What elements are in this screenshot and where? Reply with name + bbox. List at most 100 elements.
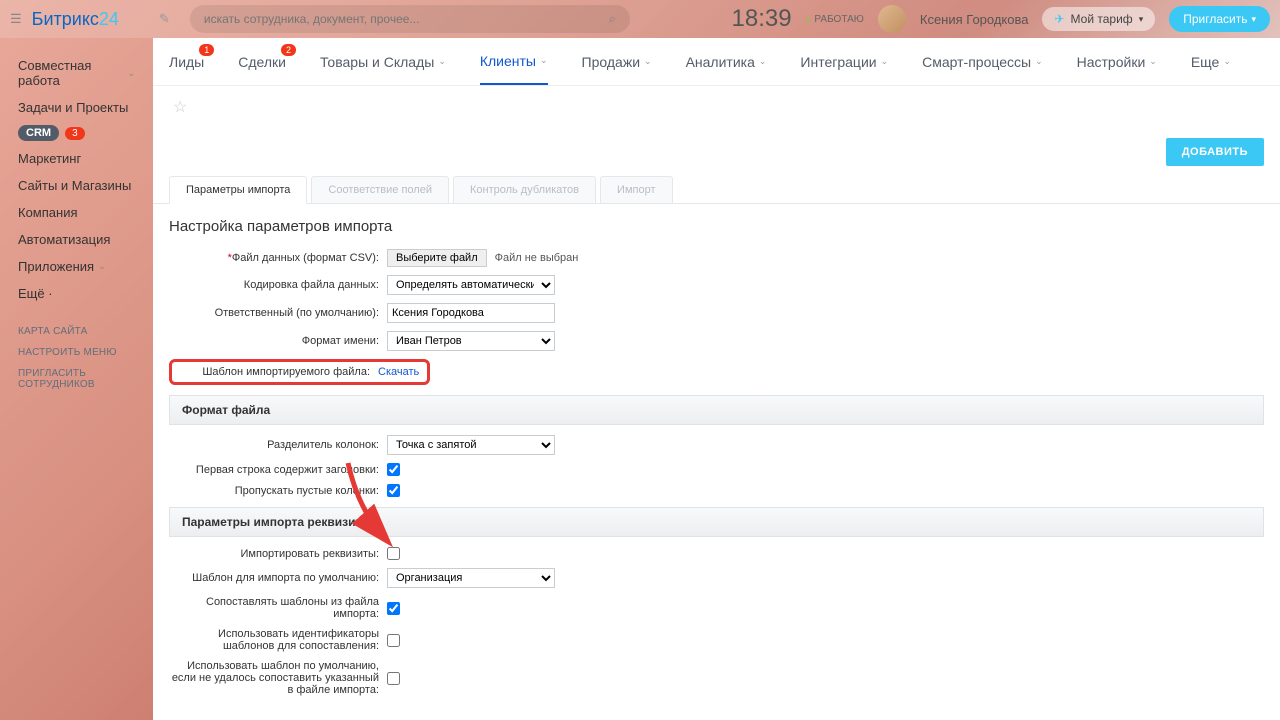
tariff-label: Мой тариф [1071,12,1133,26]
import-req-label: Импортировать реквизиты: [169,548,387,560]
main: Лиды1 Сделки2 Товары и Склады⌄ Клиенты⌄ … [153,38,1280,720]
topbar: ☰ Битрикс24 ✎ ⌕ 18:39 РАБОТАЮ Ксения Гор… [0,0,1280,38]
import-form: *Файл данных (формат CSV): Выберите файл… [153,245,1280,720]
file-label: *Файл данных (формат CSV): [169,252,387,264]
delimiter-select[interactable]: Точка с запятой [387,435,555,455]
tab-params[interactable]: Параметры импорта [169,176,307,204]
nav-integrations[interactable]: Интеграции ⌄ [800,40,888,84]
sidebar-item-tasks[interactable]: Задачи и Проекты [0,94,153,121]
template-highlight: Шаблон импортируемого файла: Скачать [169,359,430,385]
firstrow-checkbox[interactable] [387,463,400,476]
use-ids-label: Использовать идентификаторы шаблонов для… [169,628,387,652]
chevron-down-icon: ⌄ [1149,56,1157,67]
nav-label: Продажи [582,54,640,70]
use-ids-checkbox[interactable] [387,634,400,647]
nav-badge: 1 [199,44,214,56]
nav-label: Смарт-процессы [922,54,1031,70]
sidebar-item-marketing[interactable]: Маркетинг [0,145,153,172]
nav-products[interactable]: Товары и Склады ⌄ [320,40,446,84]
sidebar-item-sites[interactable]: Сайты и Магазины [0,172,153,199]
tab-mapping: Соответствие полей [311,176,449,203]
nav-label: Интеграции [800,54,876,70]
encoding-label: Кодировка файла данных: [169,279,387,291]
sidebar-item-company[interactable]: Компания [0,199,153,226]
chevron-down-icon: ⌄ [759,56,767,67]
nav-label: Аналитика [686,54,755,70]
nav-smart[interactable]: Смарт-процессы⌄ [922,40,1042,84]
chevron-down-icon: ▾ [1251,14,1256,25]
logo[interactable]: Битрикс24 [32,9,119,30]
username[interactable]: Ксения Городкова [920,12,1029,27]
chevron-down-icon: ⌄ [1223,56,1231,67]
sidebar-invite[interactable]: ПРИГЛАСИТЬ СОТРУДНИКОВ [0,363,153,395]
download-template-link[interactable]: Скачать [378,366,419,378]
layout: Совместная работа⌄ Задачи и Проекты CRM … [0,38,1280,720]
chevron-down-icon: ⌄ [98,261,106,272]
nav-label: Клиенты [480,53,536,69]
avatar[interactable] [878,5,906,33]
nav-leads[interactable]: Лиды1 [169,40,204,84]
nav-label: Настройки [1077,54,1146,70]
import-tabs: Параметры импорта Соответствие полей Кон… [153,176,1280,204]
skipempty-checkbox[interactable] [387,484,400,497]
nameformat-select[interactable]: Иван Петров [387,331,555,351]
sidebar-configure[interactable]: НАСТРОИТЬ МЕНЮ [0,342,153,363]
sidebar-item-label: Маркетинг [18,151,81,166]
nav-deals[interactable]: Сделки2 [238,40,286,84]
nav-sales[interactable]: Продажи⌄ [582,40,652,84]
firstrow-label: Первая строка содержит заголовки: [169,464,387,476]
crm-badge: CRM [18,125,59,141]
star-icon[interactable]: ☆ [173,97,187,117]
responsible-input[interactable] [387,303,555,323]
sidebar-item-label: Автоматизация [18,232,110,247]
search-box[interactable]: ⌕ [190,5,630,33]
add-button[interactable]: ДОБАВИТЬ [1166,138,1264,166]
invite-button[interactable]: Пригласить ▾ [1169,6,1270,32]
match-tpl-checkbox[interactable] [387,602,400,615]
nav-label: Товары и Склады [320,54,434,70]
nav-settings[interactable]: Настройки⌄ [1077,40,1157,84]
file-status: Файл не выбран [495,252,579,264]
import-req-checkbox[interactable] [387,547,400,560]
sidebar-item-automation[interactable]: Автоматизация [0,226,153,253]
section-requisites: Параметры импорта реквизитов [169,507,1264,537]
tariff-button[interactable]: ✈ Мой тариф ▾ [1042,7,1155,31]
sidebar-item-collab[interactable]: Совместная работа⌄ [0,52,153,94]
plane-icon: ✈ [1054,12,1064,26]
nameformat-label: Формат имени: [169,335,387,347]
skipempty-label: Пропускать пустые колонки: [169,485,387,497]
sidebar-item-label: Приложения [18,259,94,274]
tab-import: Импорт [600,176,672,203]
sidebar-item-apps[interactable]: Приложения ⌄ [0,253,153,280]
nav-clients[interactable]: Клиенты⌄ [480,39,548,85]
chevron-down-icon: ⌄ [438,56,446,67]
nav-label: Сделки [238,54,286,70]
use-default-checkbox[interactable] [387,672,400,685]
encoding-select[interactable]: Определять автоматически [387,275,555,295]
work-status[interactable]: РАБОТАЮ [806,14,864,25]
choose-file-button[interactable]: Выберите файл [387,249,487,267]
chevron-down-icon: ⌄ [881,56,889,67]
nav-more[interactable]: Еще⌄ [1191,40,1231,84]
section-fileformat: Формат файла [169,395,1264,425]
default-tpl-select[interactable]: Организация [387,568,555,588]
sidebar-item-label: Компания [18,205,78,220]
nav-analytics[interactable]: Аналитика ⌄ [686,40,767,84]
sidebar: Совместная работа⌄ Задачи и Проекты CRM … [0,38,153,720]
search-icon[interactable]: ⌕ [609,11,616,27]
hamburger-icon[interactable]: ☰ [10,11,22,27]
sidebar-sitemap[interactable]: КАРТА САЙТА [0,321,153,342]
topnav: Лиды1 Сделки2 Товары и Склады⌄ Клиенты⌄ … [153,38,1280,86]
sidebar-item-crm[interactable]: CRM 3 [0,121,153,145]
edit-icon[interactable]: ✎ [159,11,170,27]
use-default-label: Использовать шаблон по умолчанию, если н… [169,660,387,696]
default-tpl-label: Шаблон для импорта по умолчанию: [169,572,387,584]
clock: 18:39 [732,5,792,33]
sidebar-item-label: Сайты и Магазины [18,178,131,193]
actionbar: ДОБАВИТЬ [153,128,1280,176]
nav-label: Лиды [169,54,204,70]
crm-count: 3 [65,127,85,140]
search-input[interactable] [204,12,609,26]
responsible-label: Ответственный (по умолчанию): [169,307,387,319]
sidebar-item-more[interactable]: Ещё · [0,280,153,307]
